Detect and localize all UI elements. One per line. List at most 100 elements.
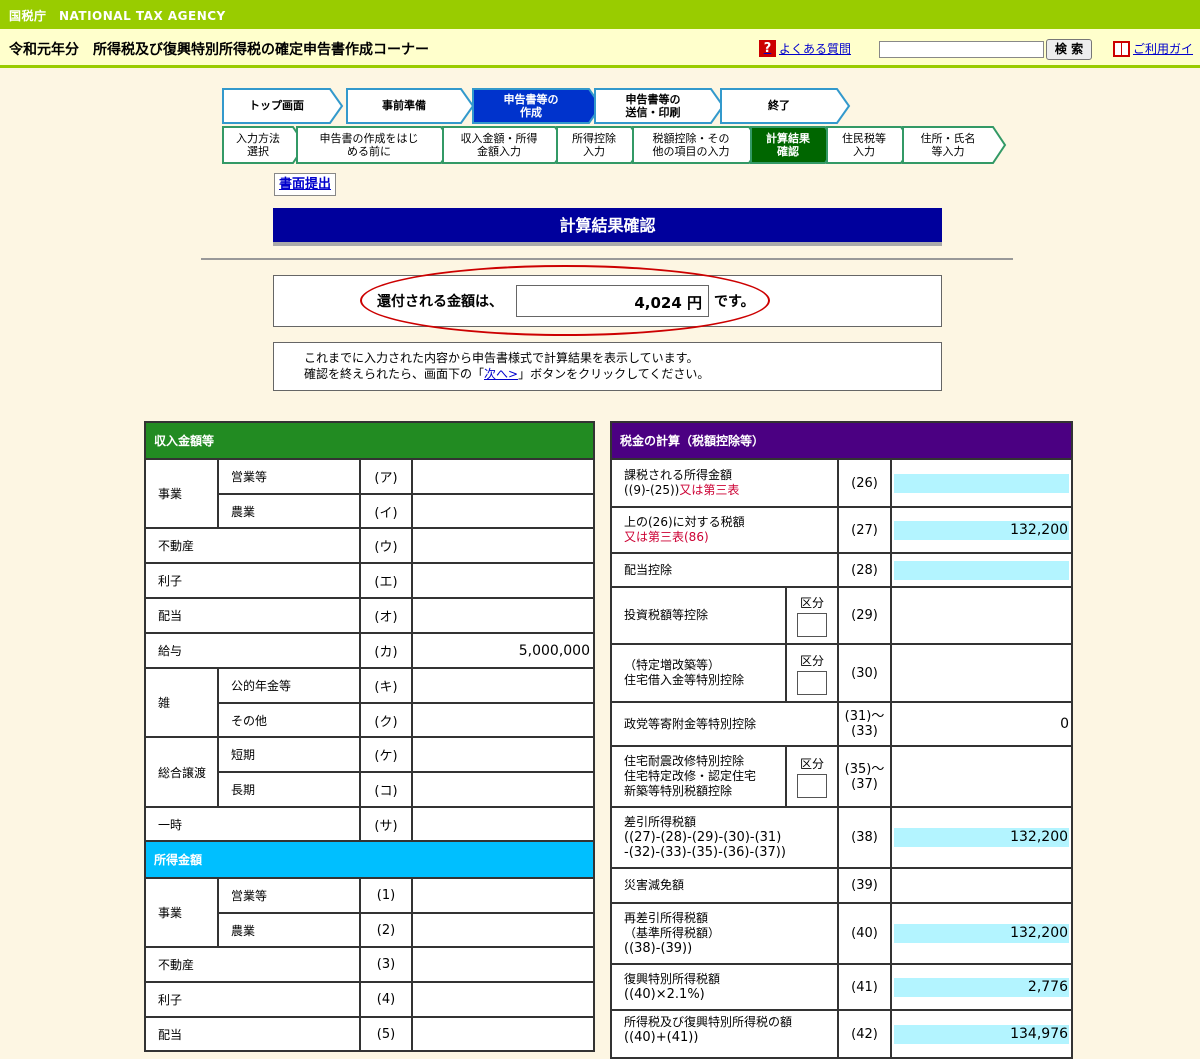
step-sub-7-label: 住民税等 入力 xyxy=(842,131,886,158)
step-main-1[interactable]: トップ画面 xyxy=(222,88,344,124)
step-main-4[interactable]: 申告書等の 送信・印刷 xyxy=(594,88,725,124)
income-business-farm-label: 農業 xyxy=(217,493,361,529)
tax-code-35: (35)～ (37) xyxy=(837,745,892,808)
step-sub-1-label: 入力方法 選択 xyxy=(236,131,280,158)
income-value-o xyxy=(410,597,596,634)
tax-code-31: (31)～ (33) xyxy=(837,701,892,747)
step-sub-2-label: 申告書の作成をはじ める前に xyxy=(319,131,419,158)
step-sub-5[interactable]: 税額控除・その 他の項目の入力 xyxy=(632,126,763,164)
tax-29-kubun-label: 区分 xyxy=(799,596,824,610)
income-value-ke xyxy=(410,736,596,773)
tax-section-title: 税金の計算（税額控除等） xyxy=(609,421,1074,460)
tax-code-41: (41) xyxy=(837,963,892,1011)
income-code-ku: (ク) xyxy=(359,702,413,738)
page-app-title: 令和元年分 所得税及び復興特別所得税の確定申告書作成コーナー xyxy=(9,42,429,58)
income-interest-label: 利子 xyxy=(144,562,361,599)
income-code-ka: (カ) xyxy=(359,632,413,669)
tax-30-kubun-input[interactable] xyxy=(797,670,827,695)
income-value-i xyxy=(410,493,596,529)
income-realestate-label: 不動産 xyxy=(144,527,361,564)
income-transfer-short-label: 短期 xyxy=(217,736,361,773)
step-sub-1[interactable]: 入力方法 選択 xyxy=(222,126,307,164)
step-sub-8[interactable]: 住所・氏名 等入力 xyxy=(902,126,1007,164)
tax-41-line1: 復興特別所得税額 xyxy=(624,972,721,986)
tax-code-29: (29) xyxy=(837,586,892,645)
tax-value-29 xyxy=(889,586,1074,645)
tax-26-alt: 又は第三表 xyxy=(679,483,740,497)
tax-code-42: (42) xyxy=(837,1009,892,1059)
tax-30-line2: 住宅借入金等特別控除 xyxy=(624,673,745,687)
refund-box: 還付される金額は、 4,024 円 です。 xyxy=(273,265,942,336)
tax-row-42-label: 所得税及び復興特別所得税の額 ((40)+(41)) xyxy=(610,1009,839,1059)
income-value-ko xyxy=(410,771,596,808)
step-main-2-label: 事前準備 xyxy=(382,99,426,113)
next-link[interactable]: 次へ> xyxy=(484,367,518,381)
tax-26-formula: ((9)-(25)) xyxy=(624,483,680,497)
tax-code-27: (27) xyxy=(837,506,892,554)
tax-41-line2: ((40)×2.1%) xyxy=(624,987,705,1002)
tax-42-line1: 所得税及び復興特別所得税の額 xyxy=(624,1015,793,1029)
paper-submit-link[interactable]: 書面提出 xyxy=(274,173,336,196)
income-section-title: 収入金額等 xyxy=(143,421,596,460)
tax-value-42: 134,976 xyxy=(889,1009,1074,1059)
tax-value-40: 132,200 xyxy=(889,902,1074,965)
tax-value-40-cell: 132,200 xyxy=(894,924,1070,943)
tax-35-kubun-input[interactable] xyxy=(797,774,827,798)
step-sub-6-label: 計算結果 確認 xyxy=(766,131,810,158)
tax-30-kubun-label: 区分 xyxy=(799,653,824,668)
refund-suffix: です。 xyxy=(714,294,755,310)
income-code-u: (ウ) xyxy=(359,527,413,564)
income-value-ka: 5,000,000 xyxy=(410,632,596,669)
tax-value-28-cell xyxy=(894,560,1070,580)
tax-code-39: (39) xyxy=(837,867,892,904)
income-code-a: (ア) xyxy=(359,458,413,495)
tax-35-kubun-label: 区分 xyxy=(799,757,824,771)
step-main-5[interactable]: 終了 xyxy=(720,88,851,124)
guide-link-label: ご利用ガイ xyxy=(1133,42,1194,56)
faq-link-label: よくある質問 xyxy=(779,42,852,56)
shotoku-value-3 xyxy=(410,946,596,983)
step-main-2[interactable]: 事前準備 xyxy=(346,88,475,124)
step-sub-6[interactable]: 計算結果 確認 xyxy=(750,126,839,164)
step-sub-3[interactable]: 収入金額・所得 金額入力 xyxy=(442,126,569,164)
tax-row-40-label: 再差引所得税額 （基準所得税額） ((38)-(39)) xyxy=(610,902,839,965)
tax-row-26-label: 課税される所得金額 ((9)-(25))又は第三表 xyxy=(610,458,839,508)
tax-value-27-cell: 132,200 xyxy=(894,520,1070,540)
tax-27-line1: 上の(26)に対する税額 xyxy=(624,515,745,529)
income-temporary-label: 一時 xyxy=(144,806,361,842)
tax-row-38-label: 差引所得税額 ((27)-(28)-(29)-(30)-(31) -(32)-(33… xyxy=(610,806,839,869)
tax-30-kubun: 区分 xyxy=(785,643,839,703)
step-main-3[interactable]: 申告書等の 作成 xyxy=(472,88,603,124)
faq-link[interactable]: ? よくある質問 xyxy=(759,40,851,57)
tax-value-30 xyxy=(889,643,1074,703)
tax-40-line3: ((38)-(39)) xyxy=(624,941,693,956)
tax-26-line2: ((9)-(25))又は第三表 xyxy=(624,483,837,498)
search-button[interactable]: 検 索 xyxy=(1046,39,1092,60)
tax-row-30-label: （特定増改築等） 住宅借入金等特別控除 xyxy=(610,643,787,703)
tax-29-kubun: 区分 xyxy=(785,586,839,645)
step-main-1-label: トップ画面 xyxy=(249,99,304,113)
income-code-ki: (キ) xyxy=(359,667,413,704)
step-sub-4[interactable]: 所得控除 入力 xyxy=(556,126,645,164)
shotoku-code-1: (1) xyxy=(359,877,413,914)
step-sub-7[interactable]: 住民税等 入力 xyxy=(826,126,915,164)
income-dividend-label: 配当 xyxy=(144,597,361,634)
tax-42-line2: ((40)+(41)) xyxy=(624,1030,699,1045)
title-bar: 令和元年分 所得税及び復興特別所得税の確定申告書作成コーナー ? よくある質問 … xyxy=(0,29,1200,68)
income-code-e: (エ) xyxy=(359,562,413,599)
step-sub-2[interactable]: 申告書の作成をはじ める前に xyxy=(296,126,455,164)
tax-29-kubun-input[interactable] xyxy=(797,613,827,637)
shotoku-realestate-label: 不動産 xyxy=(144,946,361,983)
tax-38-line1: 差引所得税額 xyxy=(624,815,697,829)
income-value-ki xyxy=(410,667,596,704)
shotoku-business-label: 事業 xyxy=(144,877,219,948)
tax-35-line3: 新築等特別税額控除 xyxy=(624,784,733,798)
search-input[interactable] xyxy=(879,41,1044,58)
tax-30-line1: （特定増改築等） xyxy=(624,658,721,672)
income-value-e xyxy=(410,562,596,599)
tax-40-line2: （基準所得税額） xyxy=(624,926,721,940)
shotoku-value-1 xyxy=(410,877,596,914)
tax-row-31-label: 政党等寄附金等特別控除 xyxy=(610,701,839,747)
agency-name: 国税庁 NATIONAL TAX AGENCY xyxy=(9,9,226,23)
guide-link[interactable]: ご利用ガイ xyxy=(1113,40,1193,57)
